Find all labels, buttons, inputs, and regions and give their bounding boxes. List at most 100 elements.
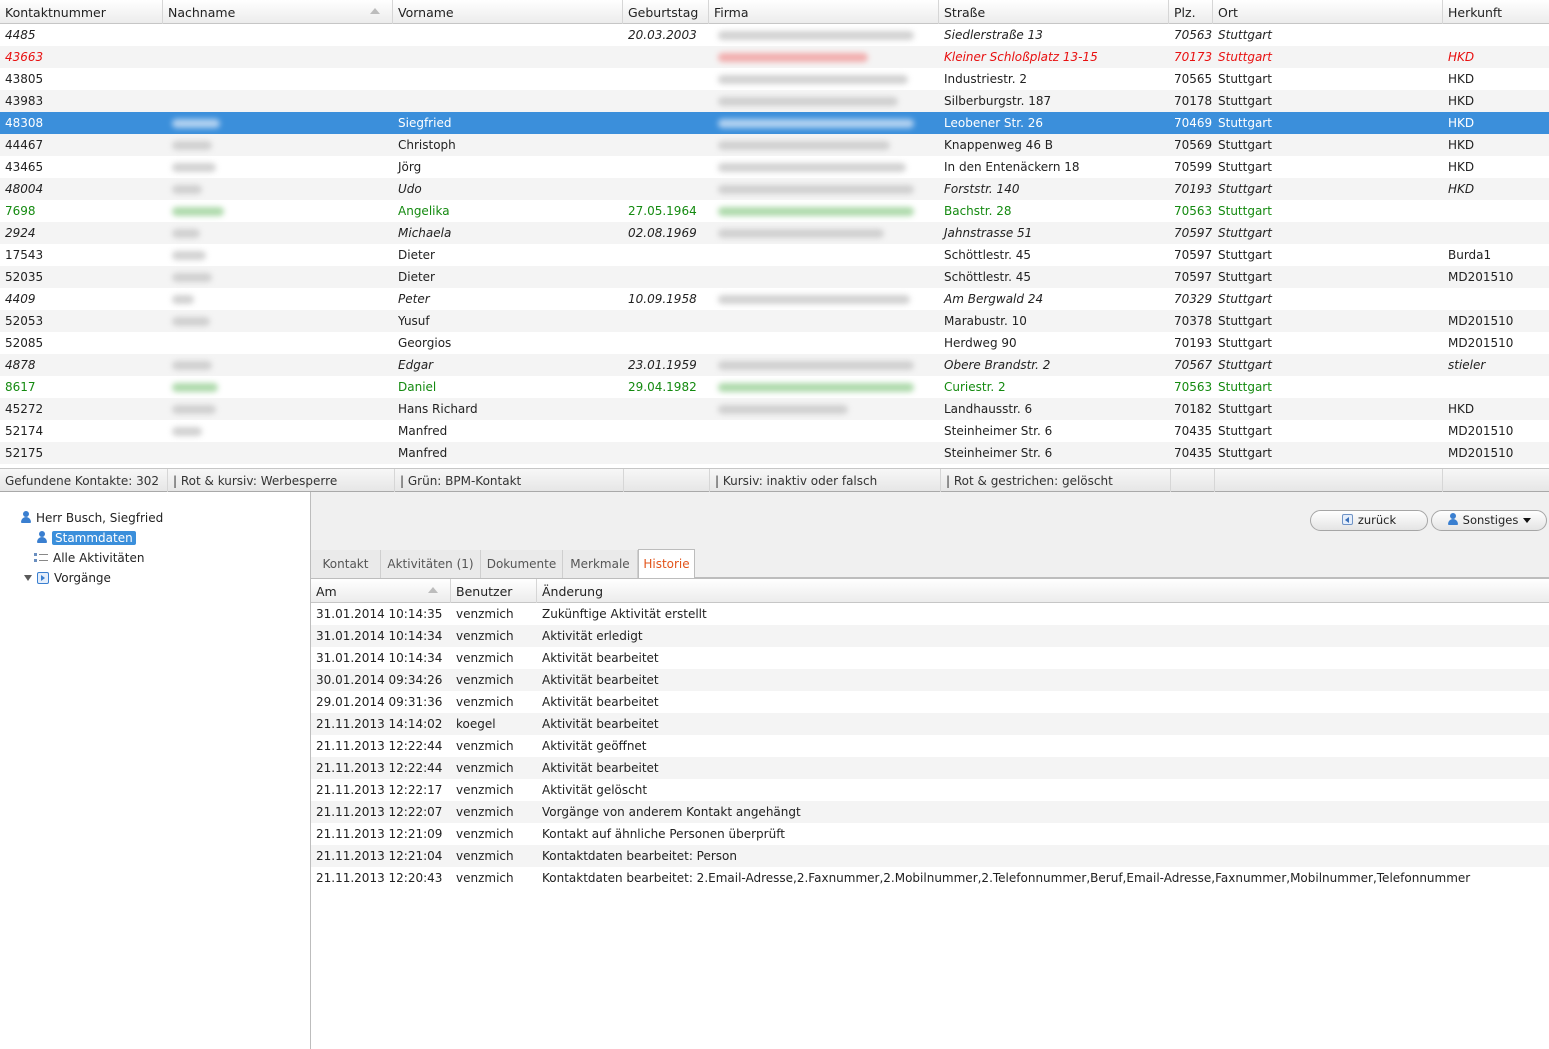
- cell-benutzer: venzmich: [456, 739, 514, 753]
- cell-ort: Stuttgart: [1218, 160, 1272, 174]
- col-kontaktnummer[interactable]: Kontaktnummer: [0, 0, 163, 24]
- cell-firma: [709, 46, 939, 68]
- cell-am: 21.11.2013 12:20:43: [316, 871, 443, 885]
- table-row[interactable]: 43663 Kleiner Schloßplatz 13-15 70173 Stutt…: [0, 46, 1549, 68]
- table-row[interactable]: 43805 Industriestr. 2 70565 Stuttgart HKD: [0, 68, 1549, 90]
- col-benutzer[interactable]: Benutzer: [451, 579, 537, 603]
- tab-historie[interactable]: Historie: [638, 549, 695, 579]
- cell-am: 21.11.2013 12:22:07: [316, 805, 443, 819]
- tree-node-vorgaenge[interactable]: Vorgänge: [24, 569, 111, 587]
- col-ort[interactable]: Ort: [1213, 0, 1443, 24]
- cell-vorname: Dieter: [398, 270, 435, 284]
- sort-ascending-icon: [370, 8, 380, 14]
- cell-benutzer: venzmich: [456, 783, 514, 797]
- cell-strasse: Landhausstr. 6: [944, 402, 1033, 416]
- cell-strasse: Industriestr. 2: [944, 72, 1028, 86]
- cell-am: 30.01.2014 09:34:26: [316, 673, 443, 687]
- table-row[interactable]: 4878 Edgar 23.01.1959 Obere Brandstr. 2 7056…: [0, 354, 1549, 376]
- col-am[interactable]: Am: [311, 579, 451, 603]
- cell-geburtstag: 23.01.1959: [628, 358, 697, 372]
- tab-dokumente[interactable]: Dokumente: [481, 550, 563, 578]
- tree-person-label: Herr Busch, Siegfried: [36, 511, 164, 525]
- col-aenderung[interactable]: Änderung: [537, 579, 1549, 603]
- tree-node-aktivitaeten[interactable]: Alle Aktivitäten: [34, 549, 144, 567]
- table-row[interactable]: 43983 Silberburgstr. 187 70178 Stuttgart HKD: [0, 90, 1549, 112]
- cell-aenderung: Aktivität bearbeitet: [542, 695, 659, 709]
- cell-strasse: In den Entenäckern 18: [944, 160, 1080, 174]
- col-firma[interactable]: Firma: [709, 0, 939, 24]
- cell-firma: [709, 24, 939, 46]
- cell-aenderung: Aktivität bearbeitet: [542, 673, 659, 687]
- history-row[interactable]: 21.11.2013 12:22:07 venzmich Vorgänge von …: [311, 801, 1549, 823]
- table-row[interactable]: 7698 Angelika 27.05.1964 Bachstr. 28 70563 St…: [0, 200, 1549, 222]
- col-plz[interactable]: Plz.: [1169, 0, 1213, 24]
- history-row[interactable]: 31.01.2014 10:14:34 venzmich Aktivität erl…: [311, 625, 1549, 647]
- table-row[interactable]: 4409 Peter 10.09.1958 Am Bergwald 24 70329 St…: [0, 288, 1549, 310]
- cell-strasse: Schöttlestr. 45: [944, 248, 1031, 262]
- grid-header: Kontaktnummer Nachname Vorname Geburtsta…: [0, 0, 1549, 24]
- tree-node-person[interactable]: Herr Busch, Siegfried: [20, 509, 163, 527]
- cell-nachname: [163, 310, 393, 332]
- history-row[interactable]: 31.01.2014 10:14:34 venzmich Aktivität bea…: [311, 647, 1549, 669]
- history-row[interactable]: 30.01.2014 09:34:26 venzmich Aktivität bea…: [311, 669, 1549, 691]
- cell-kontaktnummer: 17543: [5, 248, 44, 262]
- table-row[interactable]: 8617 Daniel 29.04.1982 Curiestr. 2 70563 Stut…: [0, 376, 1549, 398]
- history-row[interactable]: 29.01.2014 09:31:36 venzmich Aktivität bea…: [311, 691, 1549, 713]
- table-row[interactable]: 52174 Manfred Steinheimer Str. 6 70435 Stutt…: [0, 420, 1549, 442]
- cell-am: 31.01.2014 10:14:34: [316, 651, 443, 665]
- cell-ort: Stuttgart: [1218, 336, 1272, 350]
- cell-ort: Stuttgart: [1218, 72, 1272, 86]
- person-icon: [36, 531, 48, 544]
- back-button[interactable]: zurück: [1310, 510, 1428, 531]
- more-button[interactable]: Sonstiges: [1431, 510, 1547, 531]
- cell-nachname: [163, 90, 393, 112]
- col-nachname[interactable]: Nachname: [163, 0, 393, 24]
- expand-arrow-icon[interactable]: [24, 575, 32, 581]
- cell-am: 21.11.2013 12:22:44: [316, 761, 443, 775]
- history-row[interactable]: 21.11.2013 12:22:44 venzmich Aktivität geö…: [311, 735, 1549, 757]
- cell-kontaktnummer: 7698: [5, 204, 36, 218]
- history-row[interactable]: 21.11.2013 12:21:09 venzmich Kontakt auf ä…: [311, 823, 1549, 845]
- tab-aktivitaeten[interactable]: Aktivitäten (1): [381, 550, 481, 578]
- cell-ort: Stuttgart: [1218, 270, 1272, 284]
- tab-merkmale[interactable]: Merkmale: [563, 550, 638, 578]
- cell-kontaktnummer: 4485: [5, 28, 36, 42]
- tab-kontakt[interactable]: Kontakt: [311, 550, 381, 578]
- table-row[interactable]: 52053 Yusuf Marabustr. 10 70378 Stuttgart MD2…: [0, 310, 1549, 332]
- activity-list-icon: [34, 552, 48, 564]
- table-row[interactable]: 4485 20.03.2003 Siedlerstraße 13 70563 Stutt…: [0, 24, 1549, 46]
- cell-plz: 70597: [1174, 226, 1213, 240]
- cell-herkunft: HKD: [1448, 116, 1475, 130]
- status-legend-red: | Rot & kursiv: Werbesperre: [168, 469, 395, 492]
- col-geburtstag[interactable]: Geburtstag: [623, 0, 709, 24]
- table-row[interactable]: 2924 Michaela 02.08.1969 Jahnstrasse 51 7059…: [0, 222, 1549, 244]
- col-vorname[interactable]: Vorname: [393, 0, 623, 24]
- contacts-grid: Kontaktnummer Nachname Vorname Geburtsta…: [0, 0, 1549, 492]
- cell-ort: Stuttgart: [1218, 182, 1272, 196]
- history-row[interactable]: 31.01.2014 10:14:35 venzmich Zukünftige Ak…: [311, 603, 1549, 625]
- col-strasse[interactable]: Straße: [939, 0, 1169, 24]
- table-row[interactable]: 48308 Siegfried Leobener Str. 26 70469 Stutt…: [0, 112, 1549, 134]
- cell-geburtstag: [623, 244, 709, 266]
- cell-kontaktnummer: 52085: [5, 336, 44, 350]
- col-herkunft[interactable]: Herkunft: [1443, 0, 1549, 24]
- history-row[interactable]: 21.11.2013 12:22:17 venzmich Aktivität gel…: [311, 779, 1549, 801]
- history-row[interactable]: 21.11.2013 12:22:44 venzmich Aktivität bea…: [311, 757, 1549, 779]
- cell-kontaktnummer: 4878: [5, 358, 36, 372]
- cell-aenderung: Aktivität gelöscht: [542, 783, 648, 797]
- cell-firma: [709, 156, 939, 178]
- cell-firma: [709, 354, 939, 376]
- table-row[interactable]: 43465 Jörg In den Entenäckern 18 70599 Stutt…: [0, 156, 1549, 178]
- table-row[interactable]: 48004 Udo Forststr. 140 70193 Stuttgart HKD: [0, 178, 1549, 200]
- table-row[interactable]: 52035 Dieter Schöttlestr. 45 70597 Stuttgart…: [0, 266, 1549, 288]
- table-row[interactable]: 45272 Hans Richard Landhausstr. 6 70182 Stut…: [0, 398, 1549, 420]
- table-row[interactable]: 44467 Christoph Knappenweg 46 B 70569 Stuttg…: [0, 134, 1549, 156]
- table-row[interactable]: 52085 Georgios Herdweg 90 70193 Stuttgart MD2…: [0, 332, 1549, 354]
- history-row[interactable]: 21.11.2013 12:20:43 venzmich Kontaktdaten …: [311, 867, 1549, 889]
- table-row[interactable]: 52175 Manfred Steinheimer Str. 6 70435 Stutt…: [0, 442, 1549, 464]
- table-row[interactable]: 17543 Dieter Schöttlestr. 45 70597 Stuttgart…: [0, 244, 1549, 266]
- cell-herkunft: [1443, 200, 1549, 222]
- history-row[interactable]: 21.11.2013 12:21:04 venzmich Kontaktdaten …: [311, 845, 1549, 867]
- tree-node-stammdaten[interactable]: Stammdaten: [36, 529, 136, 547]
- history-row[interactable]: 21.11.2013 14:14:02 koegel Aktivität bearb…: [311, 713, 1549, 735]
